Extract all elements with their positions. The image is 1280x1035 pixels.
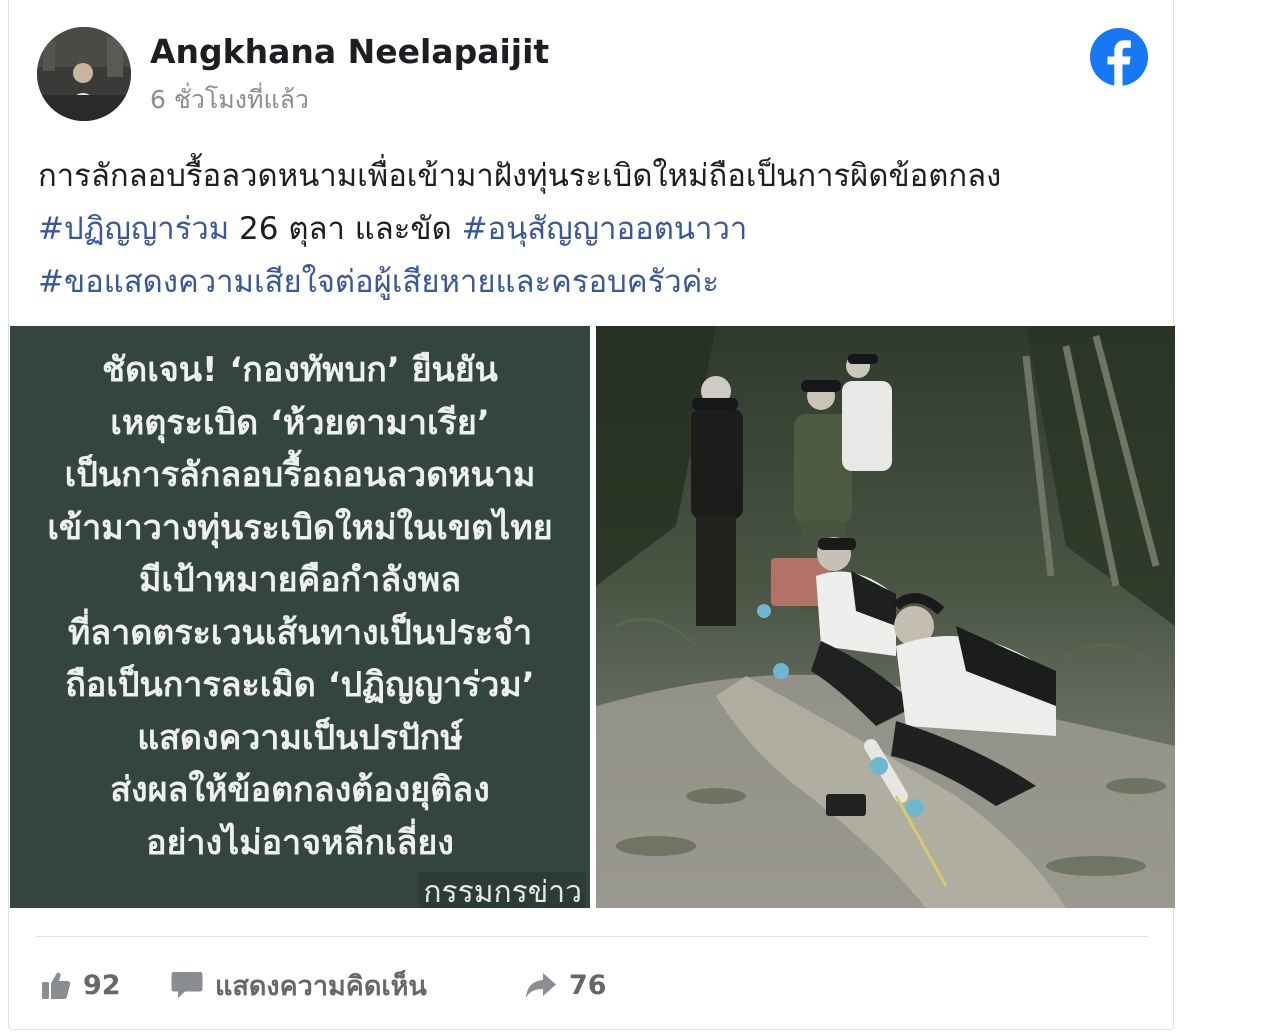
image-text-line: ถือเป็นการละเมิด ‘ปฏิญญาร่วม’ <box>65 665 535 705</box>
comment-button[interactable]: แสดงความคิดเห็น <box>171 962 427 1008</box>
comment-bubble-icon <box>171 972 203 998</box>
comment-label: แสดงความคิดเห็น <box>215 970 427 1002</box>
author-avatar[interactable] <box>37 27 131 121</box>
actions-divider <box>37 936 1147 937</box>
hashtag-link[interactable]: #ขอแสดงความเสียใจต่อผู้เสียหายและครอบครั… <box>38 264 719 300</box>
hashtag-link[interactable]: #ปฏิญญาร่วม <box>38 211 229 247</box>
post-timestamp[interactable]: 6 ชั่วโมงที่แล้ว <box>150 80 309 120</box>
thumbs-up-icon <box>42 972 71 999</box>
image-text-line: อย่างไม่อาจหลีกเลี่ยง <box>146 822 454 863</box>
image-text-lines: ชัดเจน! ‘กองทัพบก’ ยืนยัน เหตุระเบิด ‘ห้… <box>10 344 590 869</box>
image-text-line: เข้ามาวางทุ่นระเบิดใหม่ในเขตไทย <box>47 507 553 548</box>
image-text-line: เหตุระเบิด ‘ห้วยตามาเรีย’ <box>110 402 490 443</box>
post-message-line: #ขอแสดงความเสียใจต่อผู้เสียหายและครอบครั… <box>38 256 1158 309</box>
image-credit: กรรมกรข่าว <box>419 872 586 908</box>
image-text-line: เป็นการลักลอบรื้อถอนลวดหนาม <box>64 455 536 495</box>
post-message-line: #ปฏิญญาร่วม 26 ตุลา และขัด #อนุสัญญาออตน… <box>38 203 1158 256</box>
post-message-fragment: 26 ตุลา และขัด <box>229 211 462 247</box>
image-text-line: ชัดเจน! ‘กองทัพบก’ ยืนยัน <box>102 350 498 390</box>
hashtag-link[interactable]: #อนุสัญญาออตนาวา <box>462 211 748 247</box>
image-text-line: ส่งผลให้ข้อตกลงต้องยุติลง <box>110 770 490 810</box>
share-button[interactable]: 76 <box>525 962 607 1008</box>
like-button[interactable]: 92 <box>41 962 121 1008</box>
image-text-line: ที่ลาดตระเวนเส้นทางเป็นประจำ <box>67 612 533 653</box>
facebook-icon[interactable] <box>1089 27 1149 87</box>
image-text-line: มีเป้าหมายคือกำลังพล <box>138 560 462 600</box>
share-arrow-icon <box>526 973 556 998</box>
post-card: Angkhana Neelapaijit 6 ชั่วโมงที่แล้ว กา… <box>8 0 1175 1030</box>
image-text-panel[interactable]: ชัดเจน! ‘กองทัพบก’ ยืนยัน เหตุระเบิด ‘ห้… <box>10 326 590 908</box>
post-message-line: การลักลอบรื้อลวดหนามเพื่อเข้ามาฝังทุ่นระ… <box>38 158 1002 194</box>
like-count: 92 <box>83 969 121 1001</box>
post-media[interactable]: ชัดเจน! ‘กองทัพบก’ ยืนยัน เหตุระเบิด ‘ห้… <box>10 326 1175 908</box>
author-name[interactable]: Angkhana Neelapaijit <box>150 32 549 71</box>
post-message: การลักลอบรื้อลวดหนามเพื่อเข้ามาฝังทุ่นระ… <box>38 150 1158 309</box>
share-count: 76 <box>569 969 607 1001</box>
image-text-line: แสดงความเป็นปรปักษ์ <box>137 717 463 758</box>
forest-photo[interactable] <box>596 326 1175 908</box>
